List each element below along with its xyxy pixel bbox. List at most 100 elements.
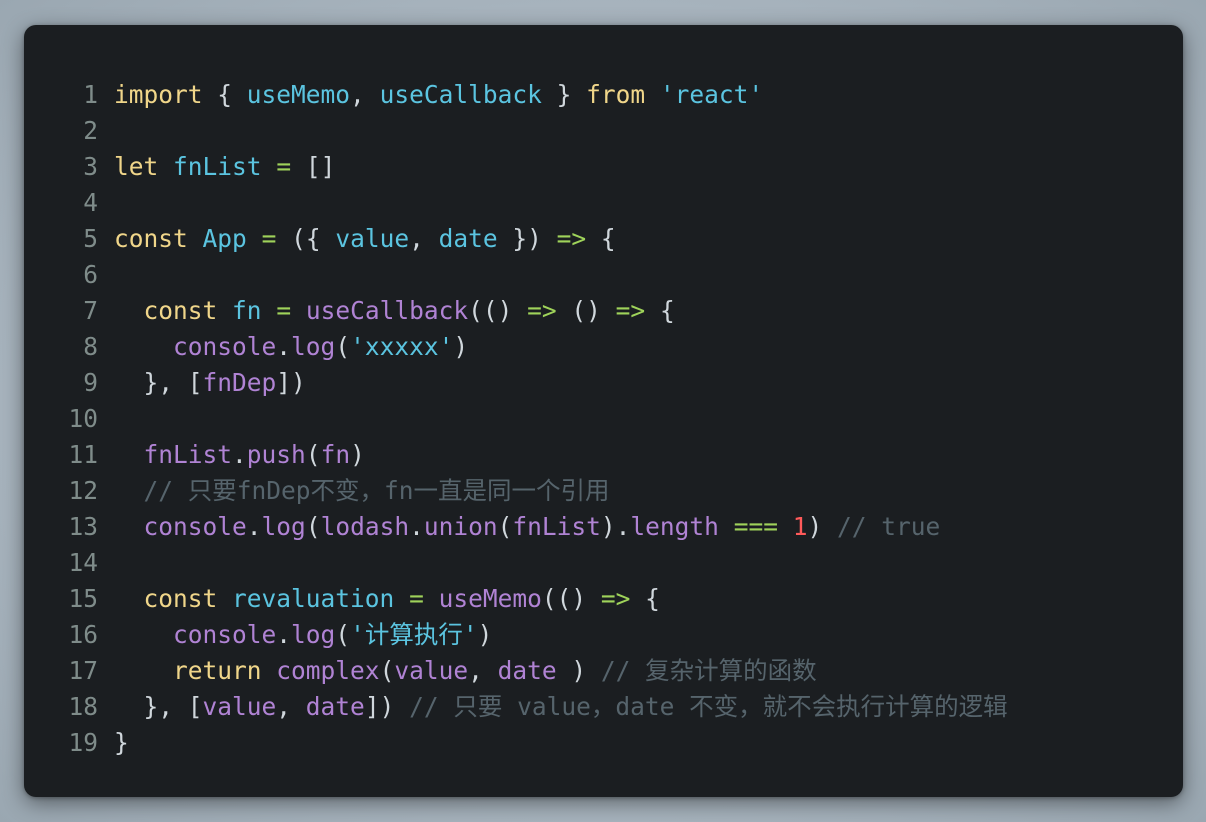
code-token: =>	[600, 584, 631, 613]
code-token: )	[350, 440, 365, 469]
code-token: )	[477, 620, 493, 649]
code-line: 4	[24, 185, 1008, 221]
code-token: date	[438, 224, 498, 253]
line-number: 13	[68, 512, 98, 541]
code-token: })	[497, 224, 557, 253]
code-token: }	[541, 80, 587, 109]
code-line: 15 const revaluation = useMemo(() => {	[24, 581, 1008, 617]
code-token: =>	[556, 224, 587, 253]
code-line: 8 console.log('xxxxx')	[24, 329, 1008, 365]
code-token: date	[305, 692, 365, 721]
line-number: 10	[68, 404, 98, 433]
code-text: fnList.push(fn)	[98, 437, 365, 473]
code-token: useCallback	[379, 80, 542, 109]
code-token: ])	[364, 692, 410, 721]
code-token: useMemo	[438, 584, 542, 613]
code-token: .	[246, 512, 262, 541]
code-token: .	[276, 332, 292, 361]
code-token: // 只要fnDep不变，fn一直是同一个引用	[143, 476, 610, 505]
code-token: {	[202, 80, 247, 109]
code-token: =>	[527, 296, 557, 325]
code-line: 9 }, [fnDep])	[24, 365, 1008, 401]
code-token: =>	[615, 296, 646, 325]
code-token: =	[276, 152, 292, 181]
line-number: 8	[83, 332, 98, 361]
code-token: log	[291, 620, 336, 649]
line-number: 2	[83, 116, 98, 145]
code-text: const revaluation = useMemo(() => {	[98, 581, 660, 617]
code-line: 2	[24, 113, 1008, 149]
line-number: 9	[83, 368, 98, 397]
code-token: )	[556, 656, 601, 685]
code-token: =	[409, 584, 424, 613]
code-text: }	[98, 725, 129, 761]
code-token: value	[335, 224, 410, 253]
code-token: length	[630, 512, 719, 541]
line-number: 12	[68, 476, 98, 505]
code-token: (	[305, 440, 321, 469]
code-token: return	[173, 656, 262, 685]
code-token: {	[630, 584, 660, 613]
code-token: )	[453, 332, 469, 361]
code-text: }, [fnDep])	[98, 365, 306, 401]
code-token: (	[335, 620, 351, 649]
code-token: App	[202, 224, 247, 253]
line-number: 5	[83, 224, 98, 253]
code-token: ).	[600, 512, 631, 541]
code-token: const	[143, 584, 218, 613]
code-token: (	[379, 656, 395, 685]
code-token: 'xxxxx'	[350, 332, 454, 361]
code-token: complex	[276, 656, 380, 685]
code-token: .	[232, 440, 247, 469]
code-text: console.log('xxxxx')	[98, 329, 468, 365]
code-token: }	[114, 728, 129, 757]
code-token: log	[261, 512, 306, 541]
code-token: ,	[409, 224, 439, 253]
line-number: 3	[83, 152, 98, 181]
code-token: ,	[350, 80, 380, 109]
line-number: 4	[83, 188, 98, 217]
code-token: // 只要 value，date 不变，就不会执行计算的逻辑	[409, 692, 1008, 721]
code-token: ])	[276, 368, 306, 397]
code-text: let fnList = []	[98, 149, 335, 185]
code-token: fnList	[512, 512, 601, 541]
code-text: console.log('计算执行')	[98, 617, 492, 653]
code-line: 19}	[24, 725, 1008, 761]
code-token: =	[276, 296, 292, 325]
code-text: const App = ({ value, date }) => {	[98, 221, 616, 257]
line-number: 16	[68, 620, 98, 649]
code-editor-window: 1 import { useMemo, useCallback } from 'r…	[24, 25, 1183, 797]
code-token: from	[586, 80, 646, 109]
code-text: console.log(lodash.union(fnList).length …	[98, 509, 941, 545]
code-token: let	[114, 152, 159, 181]
code-token: console	[173, 620, 277, 649]
code-token: =	[261, 224, 277, 253]
code-token: 1	[792, 512, 808, 541]
code-token: // 复杂计算的函数	[600, 656, 817, 685]
line-number: 18	[68, 692, 98, 721]
code-line: 5 const App = ({ value, date }) => {	[24, 221, 1008, 257]
line-number: 6	[83, 260, 98, 289]
code-token: value	[202, 692, 277, 721]
code-token: {	[645, 296, 675, 325]
code-line: 13 console.log(lodash.union(fnList).leng…	[24, 509, 1008, 545]
code-token: '计算执行'	[350, 620, 478, 649]
code-line: 7 const fn = useCallback(() => () => {	[24, 293, 1008, 329]
code-token: }, [	[114, 368, 203, 397]
code-line: 10	[24, 401, 1008, 437]
